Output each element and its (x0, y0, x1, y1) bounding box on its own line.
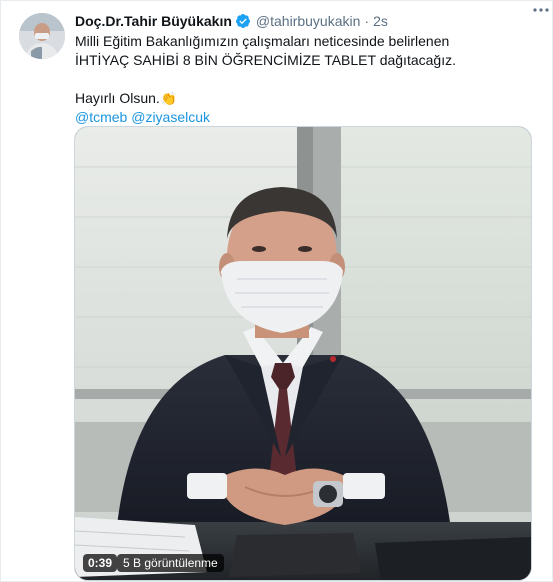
tweet-text: Milli Eğitim Bakanlığımızın çalışmaları … (75, 32, 535, 127)
tweet-text-line-1: Milli Eğitim Bakanlığımızın çalışmaları … (75, 33, 450, 49)
avatar[interactable] (19, 13, 65, 59)
tweet-content: Doç.Dr.Tahir Büyükakın @tahirbuyukakin ·… (75, 11, 535, 127)
tweet-card[interactable]: Doç.Dr.Tahir Büyükakın @tahirbuyukakin ·… (0, 0, 553, 582)
tweet-timestamp[interactable]: 2s (373, 13, 388, 29)
tweet-text-line-3: Hayırlı Olsun. (75, 90, 160, 106)
tweet-header: Doç.Dr.Tahir Büyükakın @tahirbuyukakin ·… (75, 11, 535, 31)
video-frame (75, 127, 531, 580)
paragraph-break (75, 70, 535, 89)
clapping-hands-icon: 👏 (160, 91, 177, 106)
author-handle[interactable]: @tahirbuyukakin (256, 13, 361, 29)
mention-ziyaselcuk[interactable]: @ziyaselcuk (131, 109, 210, 125)
avatar-image (19, 13, 65, 59)
author-name[interactable]: Doç.Dr.Tahir Büyükakın (75, 13, 232, 29)
header-separator: · (364, 13, 370, 29)
tweet-text-line-3-wrap: Hayırlı Olsun.👏 (75, 89, 535, 108)
more-options-icon[interactable] (532, 3, 550, 17)
video-duration-badge: 0:39 (83, 554, 118, 572)
mention-tcmeb[interactable]: @tcmeb (75, 109, 127, 125)
mentions-line: @tcmeb @ziyaselcuk (75, 108, 535, 127)
verified-badge-icon (235, 13, 251, 29)
tweet-text-line-2: İHTİYAÇ SAHİBİ 8 BİN ÖĞRENCİMİZE TABLET … (75, 52, 456, 68)
video-views-badge: 5 B görüntülenme (117, 554, 224, 572)
video-player[interactable]: 0:39 5 B görüntülenme (74, 126, 532, 581)
